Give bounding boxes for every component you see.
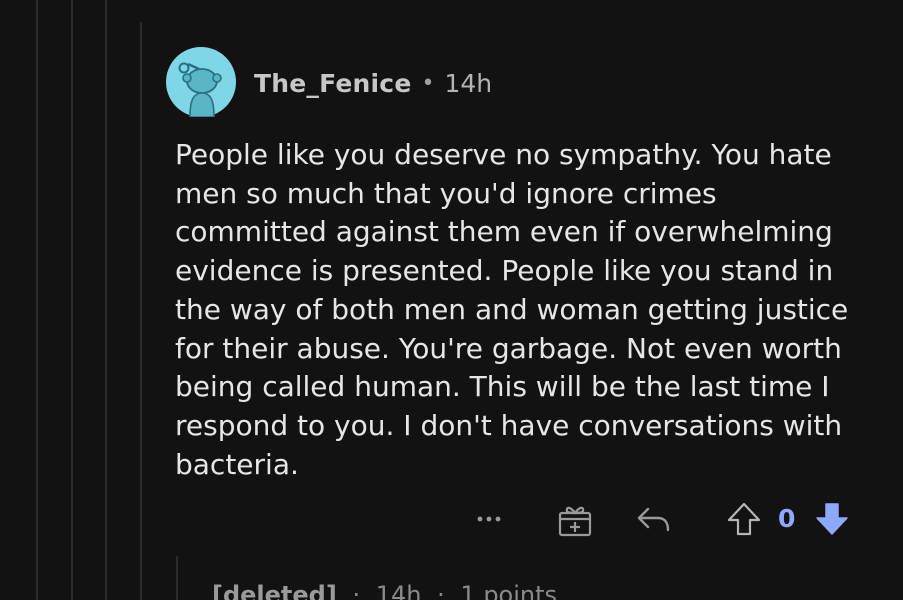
next-comment-timestamp: 14h xyxy=(375,581,422,600)
give-award-button[interactable] xyxy=(555,499,595,539)
next-comment-username: [deleted] xyxy=(212,581,337,600)
meta-separator: · xyxy=(437,581,445,600)
thread-guide-line[interactable] xyxy=(140,22,142,600)
downvote-button[interactable] xyxy=(812,499,852,539)
upvote-icon xyxy=(727,502,761,536)
downvote-icon xyxy=(816,503,848,535)
comment-meta: The_Fenice • 14h xyxy=(254,66,492,100)
comment-thread: The_Fenice • 14h People like you deserve… xyxy=(0,0,903,600)
thread-guide-line[interactable] xyxy=(105,0,107,600)
meta-separator: • xyxy=(421,70,435,96)
avatar[interactable] xyxy=(166,47,236,117)
comment-username[interactable]: The_Fenice xyxy=(254,69,411,98)
more-options-button[interactable] xyxy=(474,499,506,539)
reply-button[interactable] xyxy=(634,499,674,539)
more-options-icon xyxy=(477,516,501,522)
reply-icon xyxy=(637,507,670,532)
gift-award-icon xyxy=(558,506,592,537)
comment-body: People like you deserve no sympathy. You… xyxy=(175,138,849,481)
meta-separator: · xyxy=(352,581,361,600)
comment-timestamp: 14h xyxy=(444,68,493,98)
snoo-avatar-icon xyxy=(166,47,236,117)
vote-score: 0 xyxy=(778,504,796,533)
thread-guide-line[interactable] xyxy=(36,0,38,600)
next-comment-points: 1 points xyxy=(460,581,558,600)
next-comment-meta: [deleted] · 14h · 1 points xyxy=(212,580,557,600)
upvote-button[interactable] xyxy=(724,499,764,539)
thread-guide-line[interactable] xyxy=(176,556,178,600)
thread-guide-line[interactable] xyxy=(71,0,73,600)
